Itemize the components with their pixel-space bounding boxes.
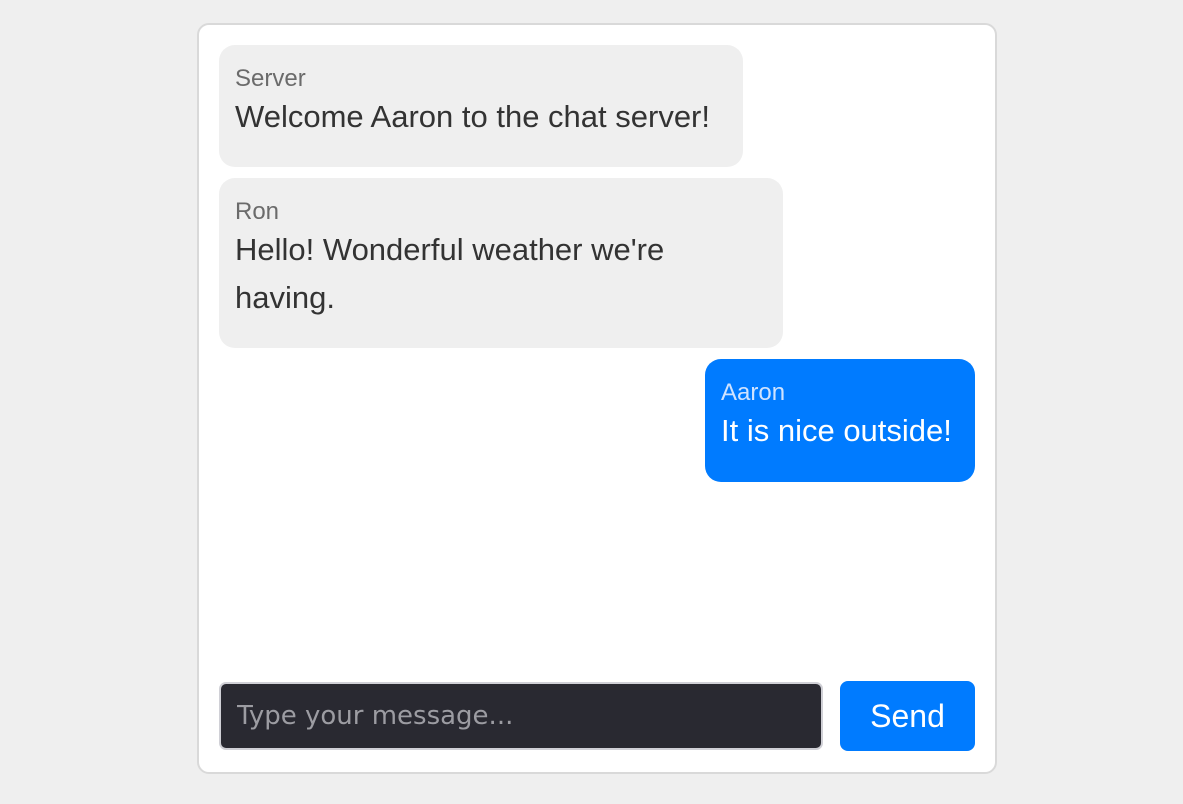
message-bubble-incoming: Server Welcome Aaron to the chat server! [219,45,743,167]
message-bubble-outgoing: Aaron It is nice outside! [705,359,975,482]
message-bubble-incoming: Ron Hello! Wonderful weather we're havin… [219,178,783,348]
message-text: Welcome Aaron to the chat server! [235,99,710,134]
message-sender: Server [235,65,306,92]
message-text: Hello! Wonderful weather we're having. [235,232,665,315]
message-input[interactable] [219,682,823,750]
message-list: Server Welcome Aaron to the chat server!… [219,45,975,672]
chat-window: Server Welcome Aaron to the chat server!… [197,23,997,774]
message-composer: Send [219,681,975,752]
send-button[interactable]: Send [840,681,975,751]
message-text: It is nice outside! [721,413,952,448]
message-sender: Aaron [721,379,786,406]
message-sender: Ron [235,198,280,225]
